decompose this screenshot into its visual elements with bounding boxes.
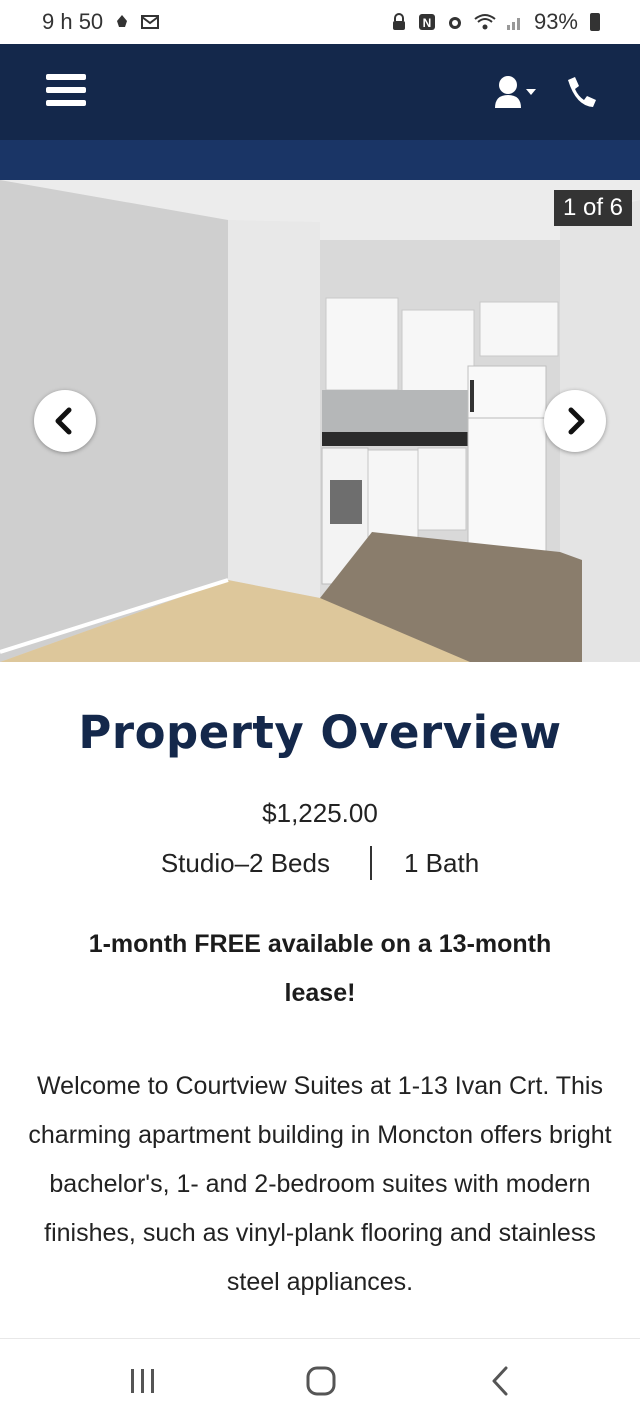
system-navigation-bar (0, 1338, 640, 1422)
next-photo-button[interactable] (544, 390, 606, 452)
battery-percent: 93% (533, 9, 578, 34)
baths-label: 1 Bath (403, 847, 480, 878)
property-description: Welcome to Courtview Suites at 1-13 Ivan… (28, 1072, 612, 1296)
phone-icon (568, 77, 596, 107)
alarm-icon (448, 17, 461, 29)
previous-photo-button[interactable] (34, 390, 96, 452)
user-icon (495, 76, 536, 108)
back-button[interactable] (481, 1365, 521, 1397)
app-header (0, 44, 640, 140)
nfc-icon: N (418, 14, 435, 30)
home-button[interactable] (301, 1365, 341, 1397)
chevron-left-icon (55, 407, 72, 435)
recent-apps-icon (131, 1369, 154, 1393)
status-left: 9 h 50 (42, 9, 160, 35)
svg-text:N: N (423, 16, 432, 30)
lock-icon (392, 13, 405, 30)
status-time: 9 h 50 (42, 9, 104, 34)
photo-gallery[interactable]: 1 of 6 (0, 180, 640, 662)
specs-divider (369, 846, 372, 880)
call-button[interactable] (564, 74, 598, 114)
status-right: N 93% (390, 9, 600, 35)
page-title: Property Overview (78, 706, 562, 759)
promo-text: 1-month FREE available on a 13-month lea… (88, 930, 552, 1007)
home-icon (306, 1366, 336, 1396)
rent-price: $1,225.00 (262, 798, 378, 828)
account-dropdown-button[interactable] (494, 74, 548, 114)
beds-label: Studio–2 Beds (160, 847, 330, 878)
hamburger-menu-icon[interactable] (46, 74, 86, 110)
battery-icon (590, 13, 600, 31)
status-bar: 9 h 50 N 93% (0, 0, 640, 44)
unit-specs: Studio–2 Beds 1 Bath (0, 846, 640, 880)
signal-icon (506, 18, 520, 30)
wifi-icon (474, 14, 496, 30)
photo-counter: 1 of 6 (553, 190, 632, 226)
chevron-right-icon (568, 407, 585, 435)
notification-icon (117, 15, 128, 27)
mail-icon (141, 15, 160, 29)
subheader-bar (0, 140, 640, 180)
back-icon (492, 1366, 508, 1396)
recent-apps-button[interactable] (123, 1365, 163, 1397)
